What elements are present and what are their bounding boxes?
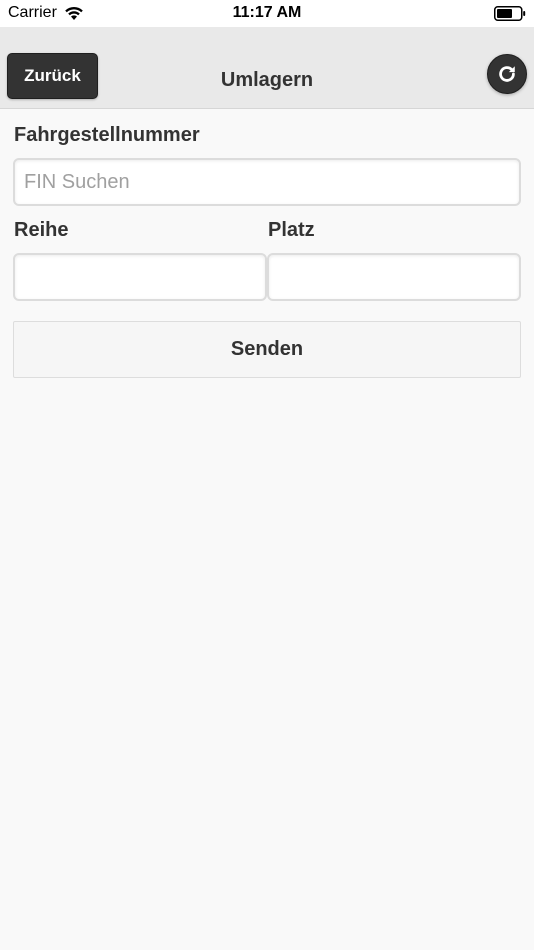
place-input[interactable]: [267, 253, 521, 301]
refresh-icon: [499, 66, 515, 82]
battery-icon: [494, 6, 526, 21]
page-title: Umlagern: [220, 69, 314, 91]
row-label: Reihe: [14, 219, 69, 241]
place-label: Platz: [268, 219, 315, 241]
refresh-button[interactable]: [487, 54, 527, 94]
status-bar: Carrier 11:17 AM: [0, 0, 534, 27]
status-time: 11:17 AM: [232, 4, 302, 21]
header-bar: Zurück Umlagern: [0, 27, 534, 109]
send-button[interactable]: Senden: [13, 321, 521, 378]
fin-search-input[interactable]: [13, 158, 521, 206]
fin-label: Fahrgestellnummer: [14, 124, 200, 146]
row-input[interactable]: [13, 253, 267, 301]
